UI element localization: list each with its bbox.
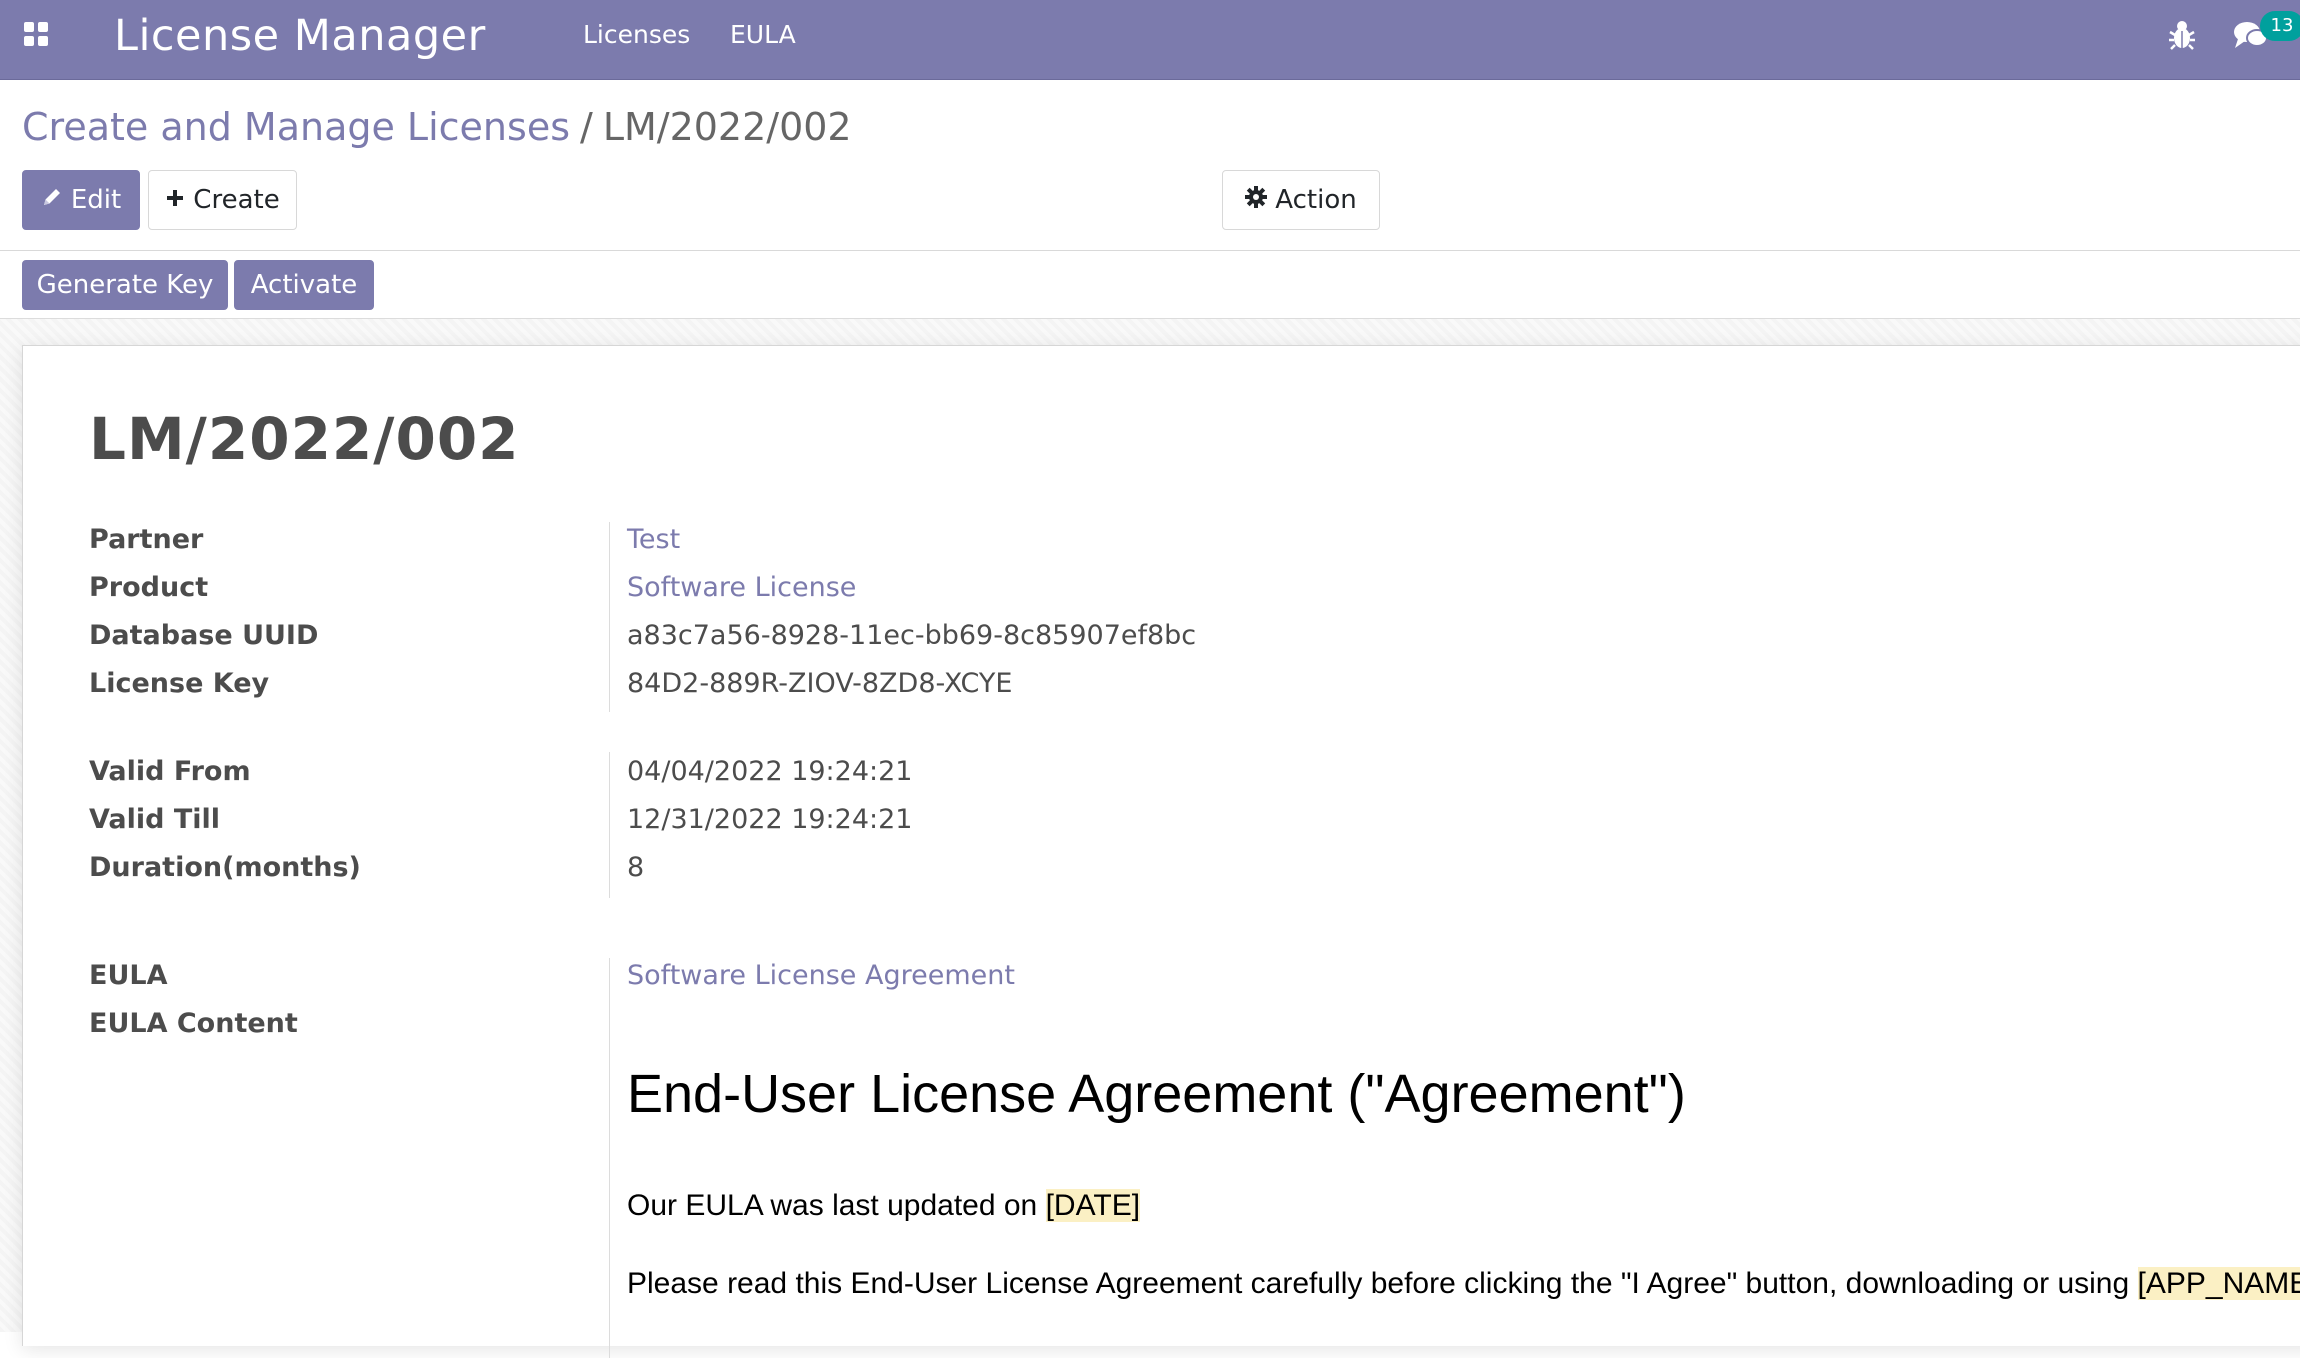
license-key-label: License Key [89,668,270,699]
eula-p2-text: Please read this End-User License Agreem… [627,1267,2138,1300]
breadcrumb-separator: / [580,105,593,149]
plus-icon [165,185,185,215]
record-title: LM/2022/002 [89,405,520,473]
pencil-icon [41,185,63,215]
menu-item-eula[interactable]: EULA [730,18,796,52]
product-label: Product [89,572,209,603]
database-uuid-label: Database UUID [89,620,319,651]
eula-paragraph-2: Please read this End-User License Agreem… [627,1264,2300,1304]
chat-counter-badge: 13 [2260,11,2300,41]
license-key-value: 84D2-889R-ZIOV-8ZD8-XCYE [627,668,1013,699]
duration-label: Duration(months) [89,852,361,883]
create-button[interactable]: Create [148,170,297,230]
eula-link[interactable]: Software License Agreement [627,958,1015,994]
group2-divider [609,752,610,898]
edit-button-label: Edit [70,185,122,215]
product-link[interactable]: Software License [627,570,856,606]
breadcrumb-current: LM/2022/002 [602,105,852,149]
valid-till-value: 12/31/2022 19:24:21 [627,804,913,835]
app-name-placeholder: [APP_NAME] [2137,1267,2300,1300]
eula-label: EULA [89,960,168,991]
eula-p1-text: Our EULA was last updated on [627,1189,1046,1222]
valid-from-value: 04/04/2022 19:24:21 [627,756,913,787]
action-dropdown-button[interactable]: Action [1222,170,1380,230]
eula-content-label: EULA Content [89,1008,298,1039]
valid-till-label: Valid Till [89,804,221,835]
top-navbar: License Manager Licenses EULA 13 [0,0,2300,80]
eula-divider [609,958,610,1358]
group1-divider [609,522,610,712]
date-placeholder: [DATE] [1045,1189,1141,1222]
apps-grid-icon[interactable] [24,22,50,48]
partner-label: Partner [89,524,204,555]
valid-from-label: Valid From [89,756,251,787]
action-button-label: Action [1275,185,1357,215]
breadcrumb: Create and Manage Licenses / LM/2022/002 [22,102,852,152]
gear-icon [1245,185,1268,215]
eula-heading: End-User License Agreement ("Agreement") [627,1064,1686,1124]
app-name[interactable]: License Manager [114,6,486,66]
create-button-label: Create [193,185,280,215]
menu-item-licenses[interactable]: Licenses [583,18,690,52]
generate-key-button[interactable]: Generate Key [22,260,228,310]
duration-value: 8 [627,852,645,883]
eula-paragraph-1: Our EULA was last updated on [DATE] [627,1186,1141,1226]
edit-button[interactable]: Edit [22,170,140,230]
breadcrumb-parent-link[interactable]: Create and Manage Licenses [22,105,570,149]
activate-button[interactable]: Activate [234,260,374,310]
database-uuid-value: a83c7a56-8928-11ec-bb69-8c85907ef8bc [627,620,1197,651]
partner-link[interactable]: Test [627,522,680,558]
form-statusbar: Generate Key Activate [0,251,2300,319]
form-sheet: LM/2022/002 Partner Test Product Softwar… [22,345,2300,1358]
bug-icon[interactable] [2166,18,2198,52]
